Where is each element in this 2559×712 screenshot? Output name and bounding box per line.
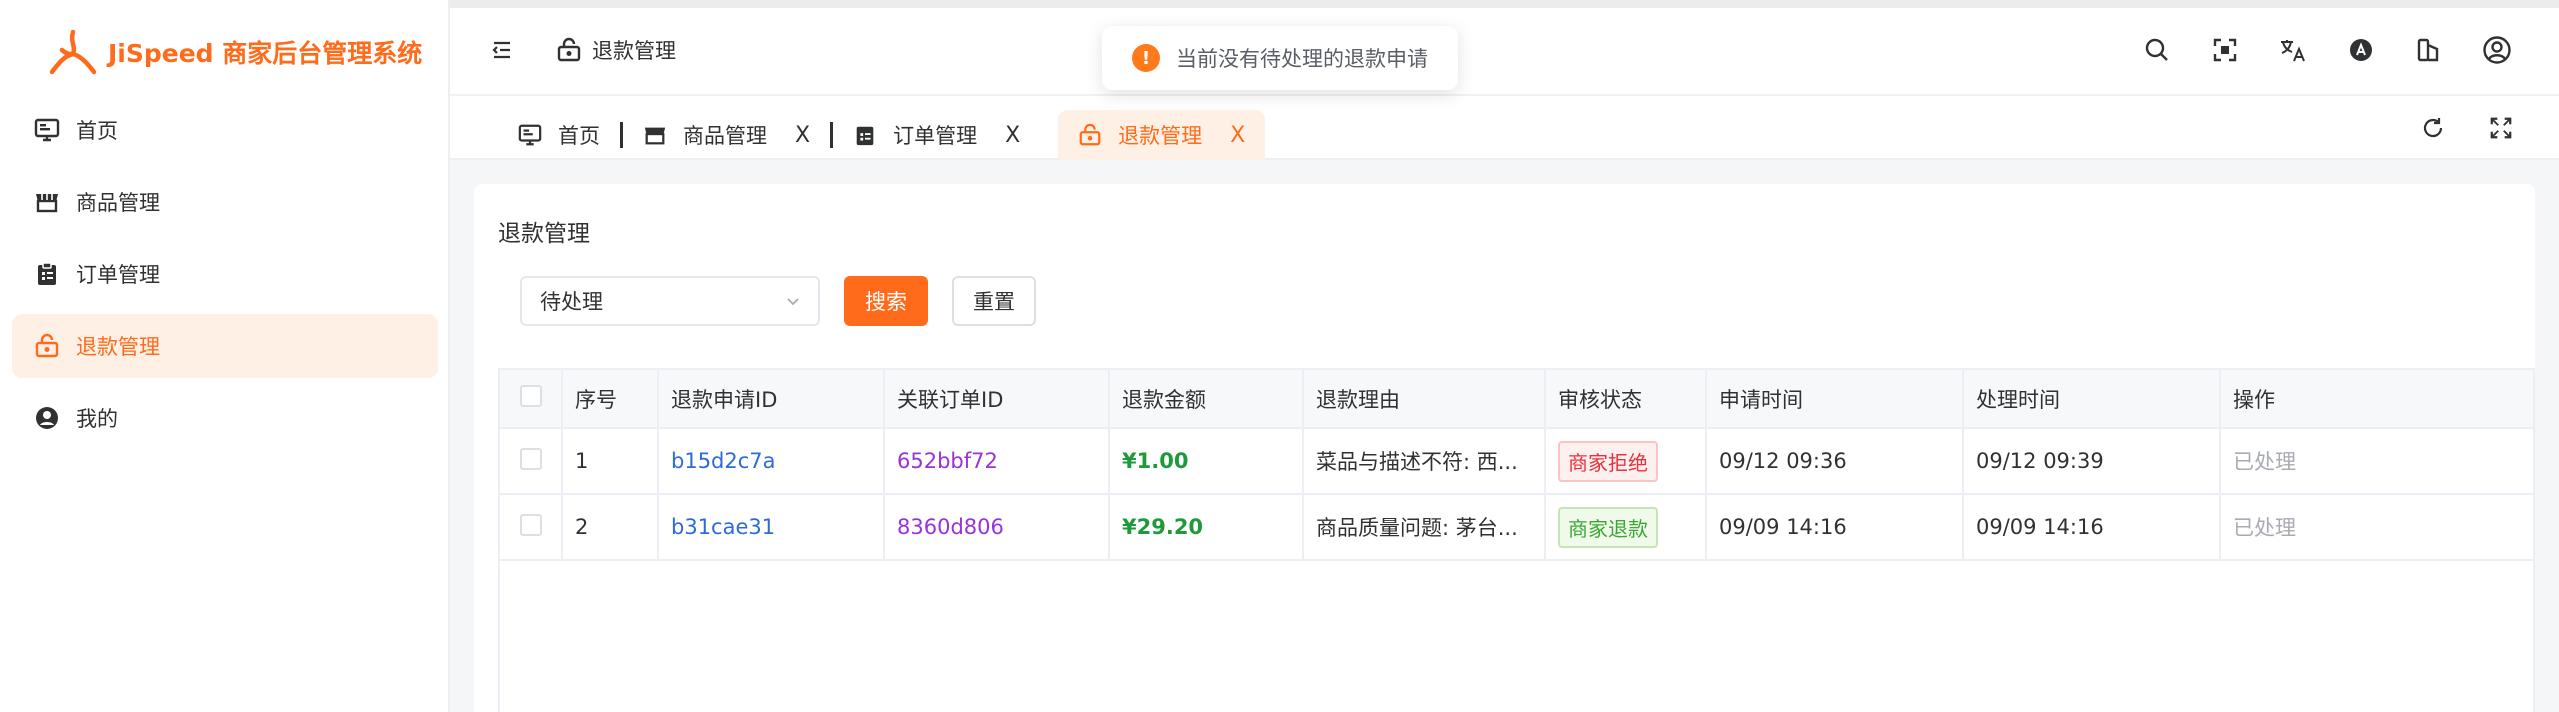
sidebar-nav: 首页 商品管理 订单管理 退款管理 我的 <box>12 98 438 458</box>
status-select[interactable]: 待处理 <box>520 276 820 326</box>
select-all-checkbox[interactable] <box>520 385 542 407</box>
column-header[interactable]: 申请时间 <box>1706 370 1964 429</box>
action-status: 已处理 <box>2233 516 2296 540</box>
sidebar-item-label: 首页 <box>76 119 118 143</box>
column-header[interactable]: 序号 <box>562 370 659 429</box>
store-icon <box>32 187 62 217</box>
tab-label: 退款管理 <box>1118 124 1203 148</box>
table-row[interactable]: 2 b31cae31 8360d806 ¥29.20 商品质量问题: 茅台...… <box>500 494 2533 561</box>
sidebar-item-mine[interactable]: 我的 <box>12 386 438 450</box>
row-checkbox[interactable] <box>520 447 542 470</box>
clipboard-icon <box>853 123 877 147</box>
order-id-link[interactable]: 652bbf72 <box>897 449 998 473</box>
user-icon[interactable] <box>2475 28 2519 72</box>
row-select-cell <box>500 428 563 495</box>
app-logo[interactable]: JiSpeed 商家后台管理系统 <box>48 28 422 76</box>
refund-id-link[interactable]: b15d2c7a <box>671 449 776 473</box>
tab-label: 首页 <box>558 124 600 148</box>
top-header: 退款管理 <box>450 8 2559 96</box>
close-icon[interactable]: X <box>795 123 810 148</box>
sidebar-item-label: 退款管理 <box>76 335 160 359</box>
tabs-bar: 首页 商品管理 X 订单管理 X 退款管理 X <box>450 96 2559 160</box>
sidebar-item-products[interactable]: 商品管理 <box>12 170 438 234</box>
sidebar: JiSpeed 商家后台管理系统 首页 商品管理 订单管理 退款管理 我的 <box>0 0 450 712</box>
tab-home[interactable]: 首页 <box>498 110 620 160</box>
order-id-link[interactable]: 8360d806 <box>897 515 1004 539</box>
user-circle-icon <box>32 403 62 433</box>
filter-bar: 待处理 搜索 重置 <box>520 276 1036 326</box>
toast-message: 当前没有待处理的退款申请 <box>1176 47 1428 71</box>
main-content: 退款管理 待处理 搜索 重置 序号 退款申请ID 关联订单ID 退款金额 退款理… <box>450 160 2559 712</box>
translate-icon[interactable] <box>2271 28 2315 72</box>
breadcrumb-label: 退款管理 <box>592 39 676 63</box>
apply-time: 09/09 14:16 <box>1706 494 1964 561</box>
monitor-icon <box>32 115 62 145</box>
close-icon[interactable]: X <box>1230 123 1245 148</box>
monitor-icon <box>518 123 542 147</box>
page-title: 退款管理 <box>498 221 590 247</box>
chevron-down-icon <box>784 292 802 310</box>
layout-icon[interactable] <box>2407 28 2451 72</box>
refund-id-link[interactable]: b31cae31 <box>671 515 775 539</box>
clipboard-icon <box>32 259 62 289</box>
table-header-row: 序号 退款申请ID 关联订单ID 退款金额 退款理由 审核状态 申请时间 处理时… <box>500 370 2533 429</box>
tab-label: 订单管理 <box>893 124 978 148</box>
status-badge: 商家拒绝 <box>1558 440 1658 482</box>
status-badge: 商家退款 <box>1558 506 1658 548</box>
row-checkbox[interactable] <box>520 513 542 536</box>
refund-icon <box>1078 123 1102 147</box>
refund-icon <box>32 331 62 361</box>
search-button[interactable]: 搜索 <box>844 276 928 326</box>
sidebar-item-label: 商品管理 <box>76 191 160 215</box>
row-select-cell <box>500 494 563 561</box>
sidebar-item-label: 订单管理 <box>76 263 160 287</box>
sidebar-item-label: 我的 <box>76 407 118 431</box>
theme-icon[interactable] <box>2339 28 2383 72</box>
search-icon[interactable] <box>2135 28 2179 72</box>
column-header[interactable]: 退款理由 <box>1303 370 1546 429</box>
refund-reason: 菜品与描述不符: 西... <box>1303 428 1546 495</box>
column-header[interactable]: 审核状态 <box>1545 370 1707 429</box>
column-header[interactable]: 退款申请ID <box>658 370 885 429</box>
process-time: 09/09 14:16 <box>1963 494 2221 561</box>
breadcrumb: 退款管理 <box>556 35 676 65</box>
select-all-cell <box>500 370 563 429</box>
apply-time: 09/12 09:36 <box>1706 428 1964 495</box>
refund-icon <box>556 37 582 63</box>
fullscreen-content-icon[interactable] <box>2483 110 2519 146</box>
tab-refunds[interactable]: 退款管理 X <box>1058 110 1266 160</box>
row-index: 2 <box>562 494 659 561</box>
column-header[interactable]: 退款金额 <box>1109 370 1304 429</box>
column-header[interactable]: 操作 <box>2220 370 2533 429</box>
reset-button[interactable]: 重置 <box>952 276 1036 326</box>
tab-label: 商品管理 <box>683 124 767 148</box>
sidebar-item-home[interactable]: 首页 <box>12 98 438 162</box>
row-index: 1 <box>562 428 659 495</box>
tab-orders[interactable]: 订单管理 X <box>833 110 1040 160</box>
table-row[interactable]: 1 b15d2c7a 652bbf72 ¥1.00 菜品与描述不符: 西... … <box>500 428 2533 495</box>
collapse-menu-icon[interactable] <box>490 38 514 62</box>
process-time: 09/12 09:39 <box>1963 428 2221 495</box>
logo-icon <box>49 29 97 75</box>
refresh-icon[interactable] <box>2415 110 2451 146</box>
tab-products[interactable]: 商品管理 X <box>623 110 830 160</box>
sidebar-item-refunds[interactable]: 退款管理 <box>12 314 438 378</box>
refund-amount: ¥29.20 <box>1122 515 1204 539</box>
refund-reason: 商品质量问题: 茅台... <box>1303 494 1546 561</box>
info-toast: ! 当前没有待处理的退款申请 <box>1102 26 1458 90</box>
sidebar-item-orders[interactable]: 订单管理 <box>12 242 438 306</box>
status-select-value: 待处理 <box>540 290 603 314</box>
close-icon[interactable]: X <box>1005 123 1020 148</box>
column-header[interactable]: 关联订单ID <box>884 370 1110 429</box>
refund-table: 序号 退款申请ID 关联订单ID 退款金额 退款理由 审核状态 申请时间 处理时… <box>498 368 2535 712</box>
fullscreen-icon[interactable] <box>2203 28 2247 72</box>
app-title: JiSpeed 商家后台管理系统 <box>108 39 423 68</box>
warning-icon: ! <box>1132 44 1160 72</box>
column-header[interactable]: 处理时间 <box>1963 370 2221 429</box>
store-icon <box>643 123 667 147</box>
refund-card: 退款管理 待处理 搜索 重置 序号 退款申请ID 关联订单ID 退款金额 退款理… <box>474 184 2535 712</box>
refund-amount: ¥1.00 <box>1122 449 1189 473</box>
action-status: 已处理 <box>2233 450 2296 474</box>
